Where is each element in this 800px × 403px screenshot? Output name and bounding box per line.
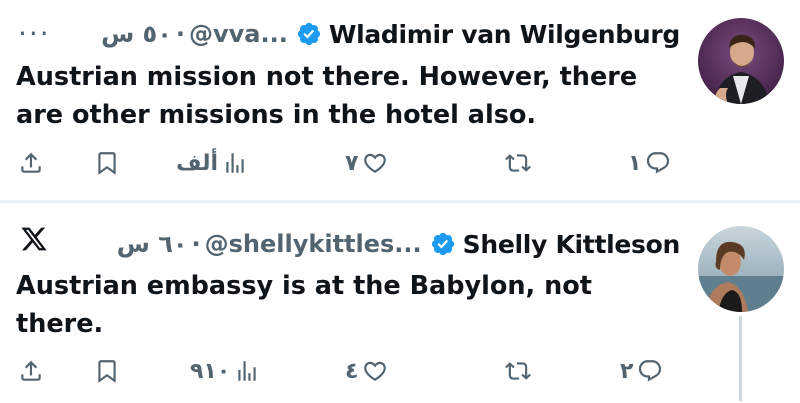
share-button[interactable] xyxy=(18,143,44,183)
bookmark-icon xyxy=(98,360,116,383)
reply-count: ١ xyxy=(628,150,642,176)
share-icon xyxy=(21,360,41,381)
avatar-wladimir[interactable] xyxy=(698,18,784,104)
views-icon xyxy=(226,153,244,173)
like-count: ٤ xyxy=(345,358,359,384)
retweet-icon xyxy=(505,362,531,380)
tweet-shelly[interactable]: Shelly Kittleson ٦٠ س · @shellykittles..… xyxy=(0,203,800,403)
verified-badge-icon xyxy=(296,21,322,47)
avatar-shelly[interactable] xyxy=(698,226,784,312)
handle-time: ٥٠ س · @vva... xyxy=(101,20,288,48)
share-icon xyxy=(21,152,41,173)
views-count: ألف xyxy=(176,150,219,176)
action-bar: ألف ٧ ١ xyxy=(0,143,800,183)
reply-count: ٢ xyxy=(620,358,634,384)
views-icon xyxy=(238,361,256,381)
views-count: ٩١٠ xyxy=(190,358,231,384)
action-bar: ٩١٠ ٤ ٢ xyxy=(0,351,800,391)
share-button[interactable] xyxy=(18,351,44,391)
tweet-text: Austrian embassy is at the Babylon, not … xyxy=(16,271,592,339)
retweet-icon xyxy=(505,154,531,172)
bookmark-button[interactable] xyxy=(94,143,120,183)
author-name[interactable]: Wladimir van Wilgenburg xyxy=(329,20,680,49)
retweet-button[interactable] xyxy=(505,351,531,391)
handle-time: ٦٠ س · @shellykittles... xyxy=(116,230,422,258)
like-icon xyxy=(364,361,387,381)
handle[interactable]: @shellykittles... xyxy=(205,230,422,258)
reply-button[interactable]: ٢ xyxy=(620,351,663,391)
like-button[interactable]: ٧ xyxy=(345,143,388,183)
like-button[interactable]: ٤ xyxy=(345,351,388,391)
time[interactable]: ٦٠ س xyxy=(117,230,188,258)
tweet-header: Wladimir van Wilgenburg ٥٠ س · @vva... xyxy=(101,14,680,54)
x-logo-icon[interactable] xyxy=(20,225,48,253)
tweet-text: Austrian mission not there. However, the… xyxy=(16,62,638,130)
handle[interactable]: @vva... xyxy=(189,20,288,48)
retweet-button[interactable] xyxy=(505,143,531,183)
verified-badge-icon xyxy=(430,231,456,257)
like-icon xyxy=(364,153,387,173)
bookmark-icon xyxy=(98,152,116,175)
tweet-header: Shelly Kittleson ٦٠ س · @shellykittles..… xyxy=(116,224,681,264)
tweet-wladimir[interactable]: Wladimir van Wilgenburg ٥٠ س · @vva... ·… xyxy=(0,0,800,200)
time[interactable]: ٥٠ س xyxy=(101,20,172,48)
views-button[interactable]: ٩١٠ xyxy=(190,351,260,391)
views-button[interactable]: ألف xyxy=(176,143,248,183)
reply-icon xyxy=(639,360,662,382)
bookmark-button[interactable] xyxy=(94,351,120,391)
reply-icon xyxy=(647,152,670,174)
author-name[interactable]: Shelly Kittleson xyxy=(463,230,681,259)
more-icon[interactable]: ··· xyxy=(18,20,51,48)
reply-button[interactable]: ١ xyxy=(628,143,671,183)
like-count: ٧ xyxy=(345,150,359,176)
